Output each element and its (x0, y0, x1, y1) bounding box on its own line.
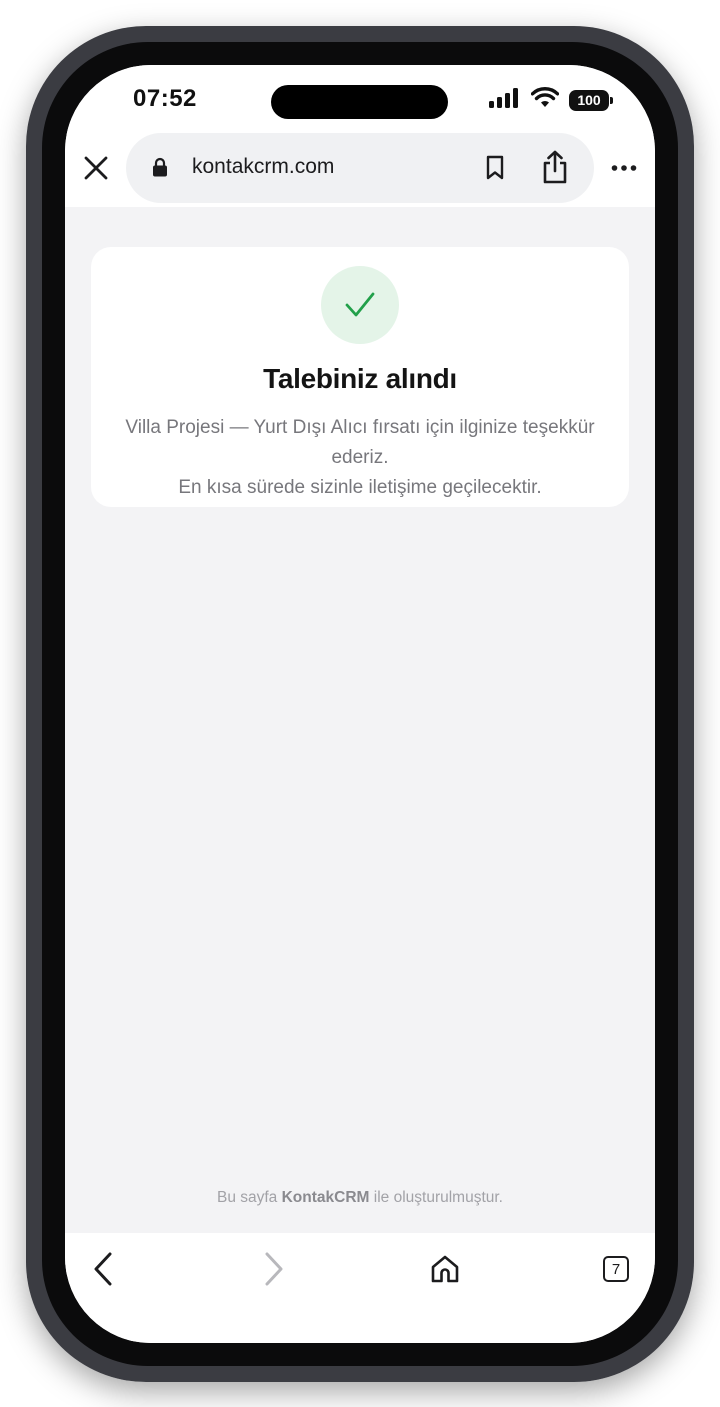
confirmation-message-line1: Villa Projesi — Yurt Dışı Alıcı fırsatı … (125, 417, 595, 468)
forward-icon (265, 1252, 283, 1286)
share-icon (543, 150, 567, 184)
home-button[interactable] (423, 1247, 467, 1291)
dynamic-island (271, 85, 448, 119)
checkmark-icon (345, 292, 375, 317)
footer-note: Bu sayfa KontakCRM ile oluşturulmuştur. (65, 1189, 655, 1207)
home-icon (431, 1255, 459, 1283)
lock-icon (152, 157, 168, 182)
footer-prefix: Bu sayfa (216, 1189, 278, 1206)
browser-top-bar: kontakcrm.com (65, 133, 655, 207)
browser-toolbar: 7 (65, 1233, 655, 1343)
confirmation-title: Talebiniz alındı (263, 363, 457, 394)
footer-brand-link[interactable]: KontakCRM (282, 1189, 370, 1206)
more-button[interactable] (607, 157, 641, 179)
url-text: kontakcrm.com (192, 155, 335, 178)
confirmation-card: Talebiniz alındı Villa Projesi — Yurt Dı… (91, 247, 629, 507)
tabs-button[interactable]: 7 (594, 1247, 638, 1291)
success-badge (321, 266, 399, 344)
battery-icon: 100 (569, 89, 613, 111)
tabs-icon: 7 (603, 1256, 629, 1282)
confirmation-message: Villa Projesi — Yurt Dışı Alıcı fırsatı … (111, 413, 609, 503)
bookmark-icon (486, 155, 504, 180)
address-bar[interactable]: kontakcrm.com (126, 133, 594, 203)
forward-button[interactable] (252, 1247, 296, 1291)
more-icon (611, 165, 637, 171)
confirmation-message-line2: En kısa sürede sizinle iletişime geçilec… (178, 477, 542, 498)
phone-screen: 07:52 100 kontakcrm.com Talebiniz alındı… (65, 65, 655, 1343)
share-button[interactable] (538, 149, 572, 185)
status-icons: 100 (489, 86, 613, 114)
bookmark-button[interactable] (481, 153, 509, 183)
footer-suffix: ile oluşturulmuştur. (373, 1189, 503, 1206)
close-button[interactable] (79, 151, 113, 185)
back-icon (94, 1252, 112, 1286)
back-button[interactable] (81, 1247, 125, 1291)
close-icon (84, 156, 108, 180)
status-time: 07:52 (133, 85, 197, 112)
status-bar: 07:52 100 (65, 65, 655, 135)
wifi-icon (530, 86, 560, 114)
cellular-signal-icon (489, 87, 521, 113)
